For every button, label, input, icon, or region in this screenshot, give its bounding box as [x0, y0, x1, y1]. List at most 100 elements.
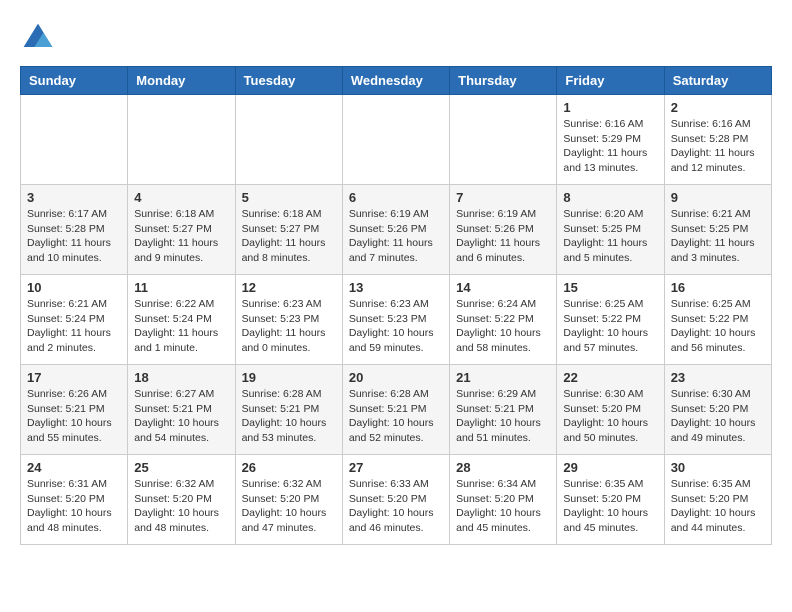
calendar-cell: 29Sunrise: 6:35 AM Sunset: 5:20 PM Dayli…	[557, 455, 664, 545]
day-number: 14	[456, 280, 550, 295]
day-number: 11	[134, 280, 228, 295]
weekday-header-friday: Friday	[557, 67, 664, 95]
day-info: Sunrise: 6:25 AM Sunset: 5:22 PM Dayligh…	[671, 297, 765, 356]
day-info: Sunrise: 6:18 AM Sunset: 5:27 PM Dayligh…	[134, 207, 228, 266]
day-info: Sunrise: 6:30 AM Sunset: 5:20 PM Dayligh…	[563, 387, 657, 446]
calendar-cell: 2 Sunrise: 6:16 AM Sunset: 5:28 PM Daylig…	[664, 95, 771, 185]
calendar-cell: 20 Sunrise: 6:28 AM Sunset: 5:21 PM Dayli…	[342, 365, 449, 455]
day-number: 26	[242, 460, 336, 475]
day-number: 16	[671, 280, 765, 295]
weekday-header-wednesday: Wednesday	[342, 67, 449, 95]
day-number: 1	[563, 100, 657, 115]
day-info: Sunrise: 6:34 AM Sunset: 5:20 PM Dayligh…	[456, 477, 550, 536]
calendar-cell: 11 Sunrise: 6:22 AM Sunset: 5:24 PM Dayli…	[128, 275, 235, 365]
day-number: 15	[563, 280, 657, 295]
calendar-cell: 7 Sunrise: 6:19 AM Sunset: 5:26 PM Daylig…	[450, 185, 557, 275]
day-number: 23	[671, 370, 765, 385]
day-number: 30	[671, 460, 765, 475]
calendar-cell	[450, 95, 557, 185]
calendar-cell: 23Sunrise: 6:30 AM Sunset: 5:20 PM Dayli…	[664, 365, 771, 455]
logo	[20, 20, 62, 56]
day-info: Sunrise: 6:26 AM Sunset: 5:21 PM Dayligh…	[27, 387, 121, 446]
day-number: 27	[349, 460, 443, 475]
calendar-cell: 6 Sunrise: 6:19 AM Sunset: 5:26 PM Daylig…	[342, 185, 449, 275]
day-number: 19	[242, 370, 336, 385]
calendar-cell	[342, 95, 449, 185]
calendar-cell: 18 Sunrise: 6:27 AM Sunset: 5:21 PM Dayli…	[128, 365, 235, 455]
calendar-cell	[235, 95, 342, 185]
calendar-cell: 24Sunrise: 6:31 AM Sunset: 5:20 PM Dayli…	[21, 455, 128, 545]
calendar-cell: 27 Sunrise: 6:33 AM Sunset: 5:20 PM Dayli…	[342, 455, 449, 545]
day-info: Sunrise: 6:27 AM Sunset: 5:21 PM Dayligh…	[134, 387, 228, 446]
calendar-cell: 17 Sunrise: 6:26 AM Sunset: 5:21 PM Dayli…	[21, 365, 128, 455]
weekday-header-tuesday: Tuesday	[235, 67, 342, 95]
day-number: 6	[349, 190, 443, 205]
calendar-cell: 8 Sunrise: 6:20 AM Sunset: 5:25 PM Daylig…	[557, 185, 664, 275]
day-number: 28	[456, 460, 550, 475]
day-number: 2	[671, 100, 765, 115]
day-number: 20	[349, 370, 443, 385]
calendar-cell: 12 Sunrise: 6:23 AM Sunset: 5:23 PM Dayli…	[235, 275, 342, 365]
calendar-cell	[128, 95, 235, 185]
calendar-week-row: 1 Sunrise: 6:16 AM Sunset: 5:29 PM Daylig…	[21, 95, 772, 185]
day-info: Sunrise: 6:23 AM Sunset: 5:23 PM Dayligh…	[242, 297, 336, 356]
day-info: Sunrise: 6:19 AM Sunset: 5:26 PM Dayligh…	[349, 207, 443, 266]
calendar-cell: 10 Sunrise: 6:21 AM Sunset: 5:24 PM Dayli…	[21, 275, 128, 365]
calendar-cell: 28 Sunrise: 6:34 AM Sunset: 5:20 PM Dayli…	[450, 455, 557, 545]
day-info: Sunrise: 6:29 AM Sunset: 5:21 PM Dayligh…	[456, 387, 550, 446]
calendar-cell	[21, 95, 128, 185]
calendar-week-row: 10 Sunrise: 6:21 AM Sunset: 5:24 PM Dayli…	[21, 275, 772, 365]
day-info: Sunrise: 6:16 AM Sunset: 5:28 PM Dayligh…	[671, 117, 765, 176]
calendar-cell: 16 Sunrise: 6:25 AM Sunset: 5:22 PM Dayli…	[664, 275, 771, 365]
logo-icon	[20, 20, 56, 56]
day-number: 10	[27, 280, 121, 295]
day-number: 17	[27, 370, 121, 385]
day-number: 12	[242, 280, 336, 295]
calendar-cell: 21 Sunrise: 6:29 AM Sunset: 5:21 PM Dayli…	[450, 365, 557, 455]
calendar-week-row: 17 Sunrise: 6:26 AM Sunset: 5:21 PM Dayli…	[21, 365, 772, 455]
calendar-week-row: 3 Sunrise: 6:17 AM Sunset: 5:28 PM Daylig…	[21, 185, 772, 275]
day-number: 13	[349, 280, 443, 295]
weekday-header-sunday: Sunday	[21, 67, 128, 95]
calendar-cell: 1 Sunrise: 6:16 AM Sunset: 5:29 PM Daylig…	[557, 95, 664, 185]
day-number: 4	[134, 190, 228, 205]
calendar-cell: 15 Sunrise: 6:25 AM Sunset: 5:22 PM Dayli…	[557, 275, 664, 365]
day-info: Sunrise: 6:23 AM Sunset: 5:23 PM Dayligh…	[349, 297, 443, 356]
weekday-header-thursday: Thursday	[450, 67, 557, 95]
day-info: Sunrise: 6:20 AM Sunset: 5:25 PM Dayligh…	[563, 207, 657, 266]
day-info: Sunrise: 6:24 AM Sunset: 5:22 PM Dayligh…	[456, 297, 550, 356]
day-info: Sunrise: 6:28 AM Sunset: 5:21 PM Dayligh…	[349, 387, 443, 446]
day-number: 8	[563, 190, 657, 205]
day-info: Sunrise: 6:16 AM Sunset: 5:29 PM Dayligh…	[563, 117, 657, 176]
weekday-header-saturday: Saturday	[664, 67, 771, 95]
weekday-header-row: SundayMondayTuesdayWednesdayThursdayFrid…	[21, 67, 772, 95]
day-info: Sunrise: 6:19 AM Sunset: 5:26 PM Dayligh…	[456, 207, 550, 266]
calendar-table: SundayMondayTuesdayWednesdayThursdayFrid…	[20, 66, 772, 545]
day-info: Sunrise: 6:21 AM Sunset: 5:25 PM Dayligh…	[671, 207, 765, 266]
day-info: Sunrise: 6:25 AM Sunset: 5:22 PM Dayligh…	[563, 297, 657, 356]
calendar-cell: 13 Sunrise: 6:23 AM Sunset: 5:23 PM Dayli…	[342, 275, 449, 365]
calendar-cell: 25Sunrise: 6:32 AM Sunset: 5:20 PM Dayli…	[128, 455, 235, 545]
page-header	[20, 20, 772, 56]
weekday-header-monday: Monday	[128, 67, 235, 95]
day-info: Sunrise: 6:32 AM Sunset: 5:20 PM Dayligh…	[242, 477, 336, 536]
day-info: Sunrise: 6:22 AM Sunset: 5:24 PM Dayligh…	[134, 297, 228, 356]
calendar-cell: 4 Sunrise: 6:18 AM Sunset: 5:27 PM Daylig…	[128, 185, 235, 275]
day-info: Sunrise: 6:35 AM Sunset: 5:20 PM Dayligh…	[563, 477, 657, 536]
calendar-cell: 5Sunrise: 6:18 AM Sunset: 5:27 PM Daylig…	[235, 185, 342, 275]
calendar-cell: 3 Sunrise: 6:17 AM Sunset: 5:28 PM Daylig…	[21, 185, 128, 275]
calendar-cell: 9Sunrise: 6:21 AM Sunset: 5:25 PM Daylig…	[664, 185, 771, 275]
calendar-cell: 14 Sunrise: 6:24 AM Sunset: 5:22 PM Dayli…	[450, 275, 557, 365]
day-number: 21	[456, 370, 550, 385]
calendar-cell: 19Sunrise: 6:28 AM Sunset: 5:21 PM Dayli…	[235, 365, 342, 455]
calendar-cell: 22 Sunrise: 6:30 AM Sunset: 5:20 PM Dayli…	[557, 365, 664, 455]
day-info: Sunrise: 6:33 AM Sunset: 5:20 PM Dayligh…	[349, 477, 443, 536]
day-number: 3	[27, 190, 121, 205]
calendar-week-row: 24Sunrise: 6:31 AM Sunset: 5:20 PM Dayli…	[21, 455, 772, 545]
day-number: 22	[563, 370, 657, 385]
day-number: 7	[456, 190, 550, 205]
day-info: Sunrise: 6:21 AM Sunset: 5:24 PM Dayligh…	[27, 297, 121, 356]
day-info: Sunrise: 6:35 AM Sunset: 5:20 PM Dayligh…	[671, 477, 765, 536]
day-number: 18	[134, 370, 228, 385]
day-info: Sunrise: 6:17 AM Sunset: 5:28 PM Dayligh…	[27, 207, 121, 266]
